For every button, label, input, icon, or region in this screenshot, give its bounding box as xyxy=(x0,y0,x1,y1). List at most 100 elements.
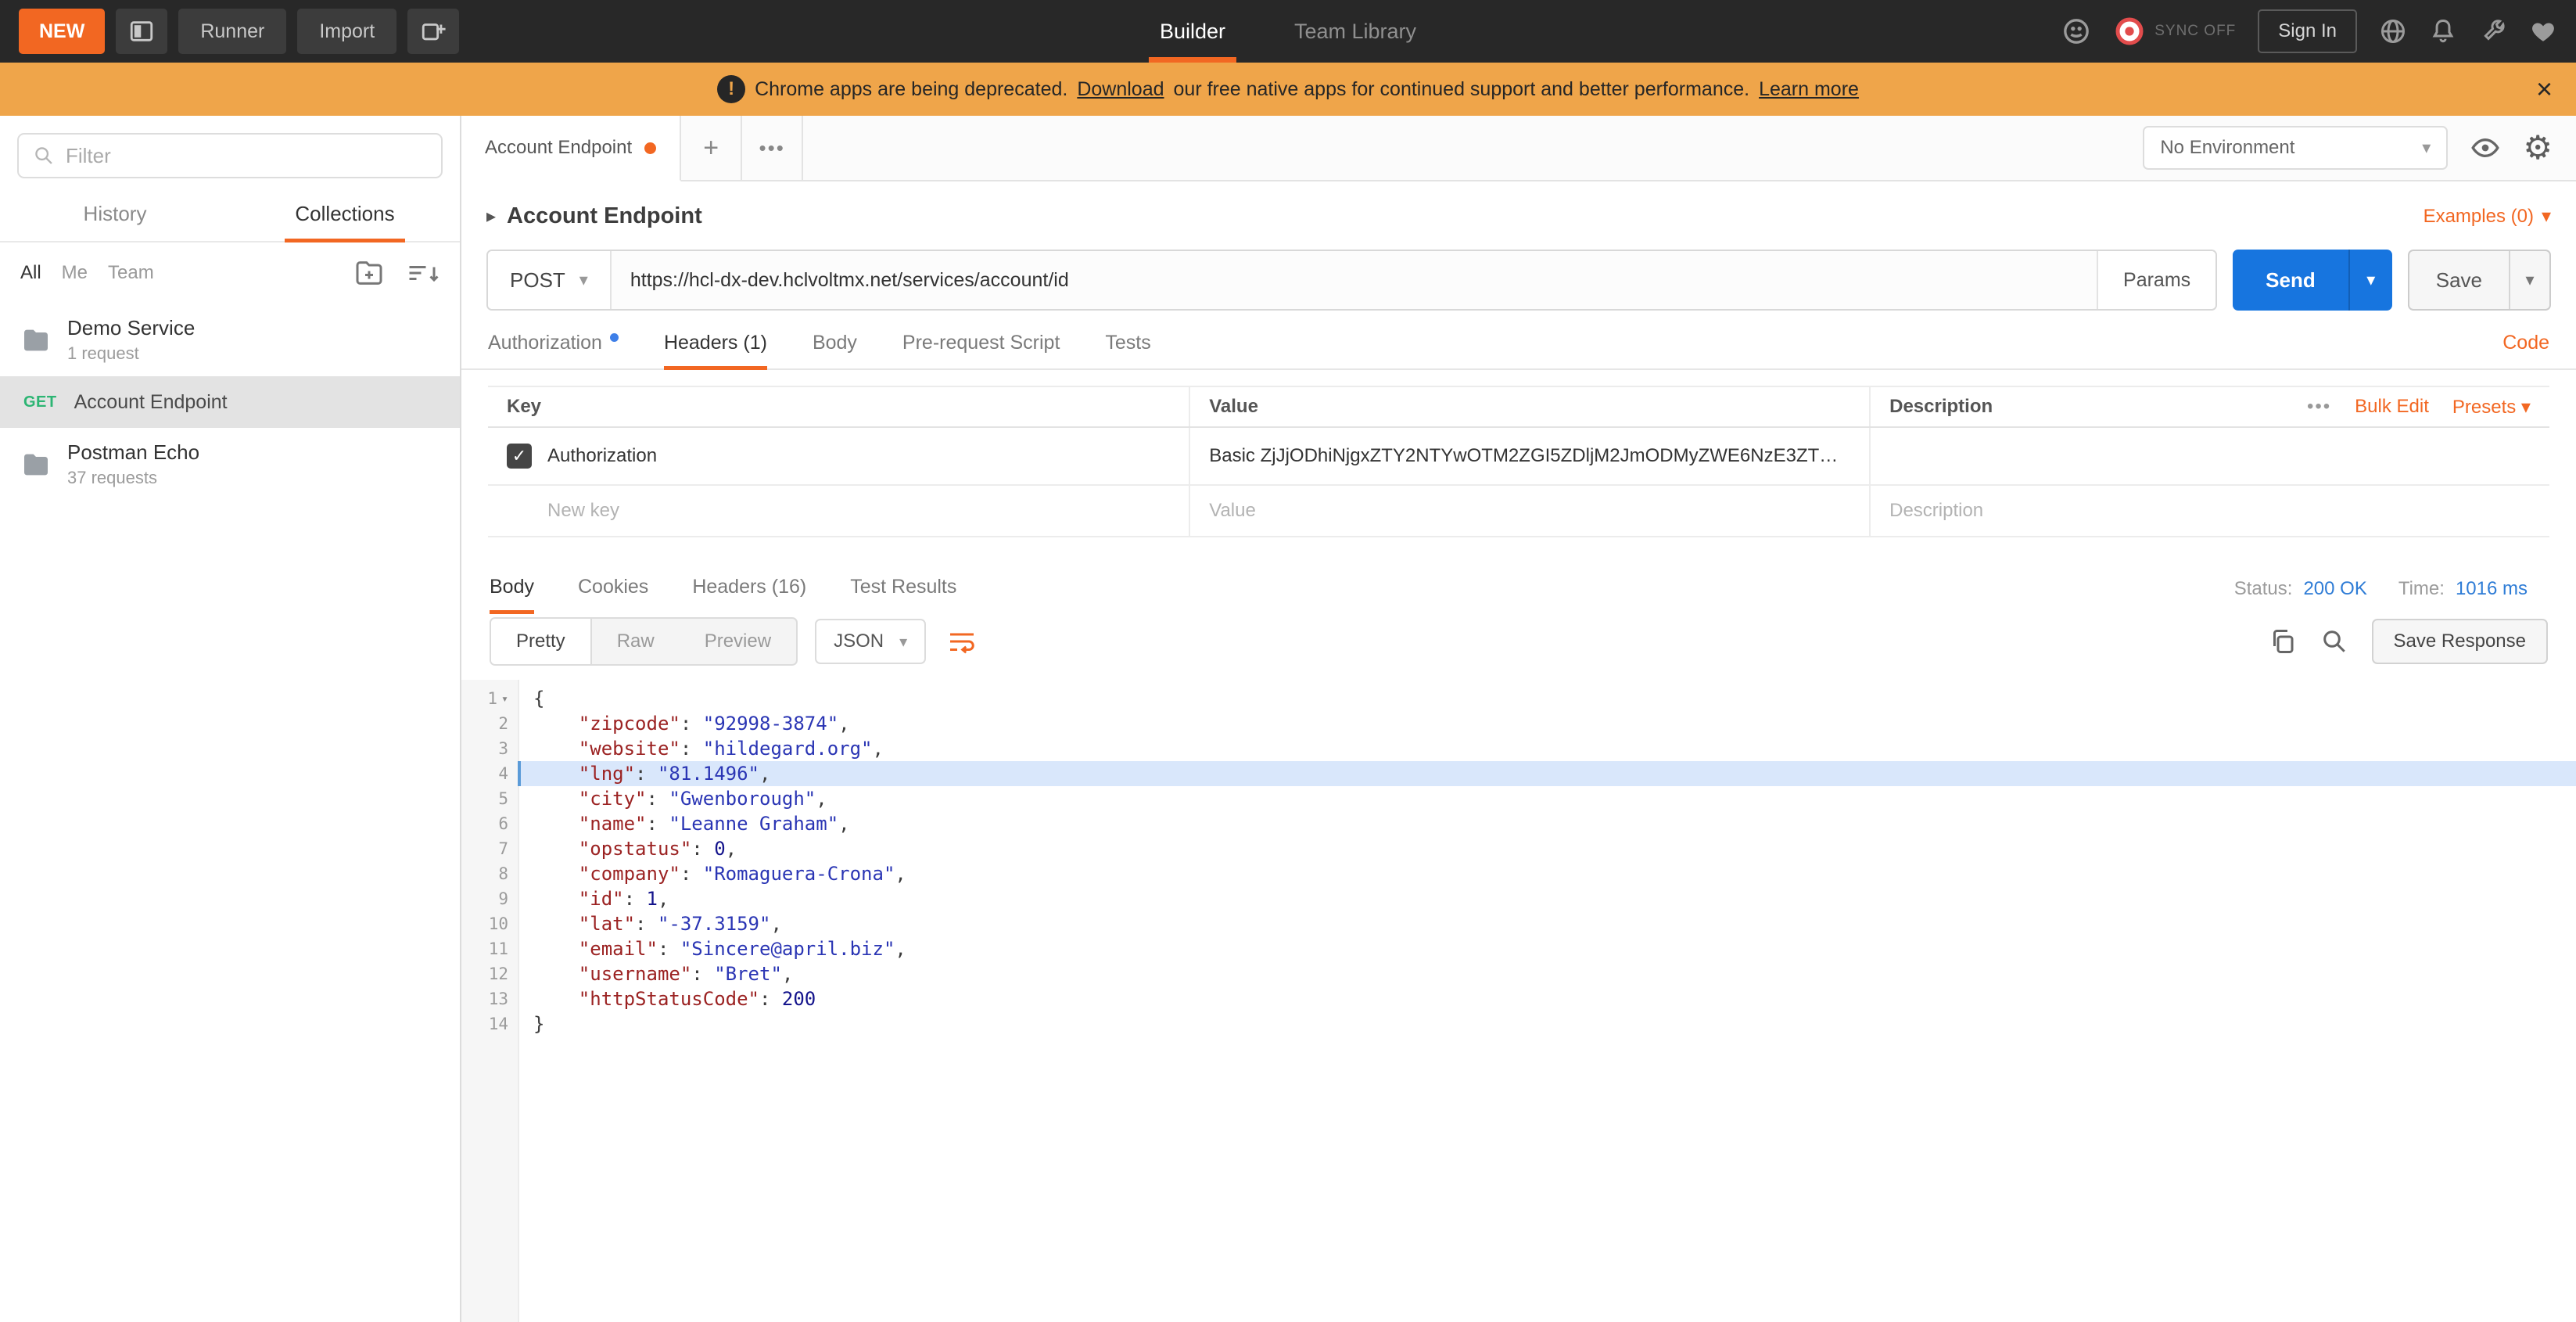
collection-demo-service[interactable]: Demo Service 1 request xyxy=(0,304,460,376)
view-raw[interactable]: Raw xyxy=(592,619,680,664)
tab-team-library[interactable]: Team Library xyxy=(1283,0,1427,63)
method-select[interactable]: POST ▾ xyxy=(488,251,612,309)
send-options-caret[interactable]: ▾ xyxy=(2348,250,2392,311)
tab-response-headers-label: Headers (16) xyxy=(692,576,806,598)
import-button[interactable]: Import xyxy=(297,9,396,54)
open-request-tab[interactable]: Account Endpoint xyxy=(461,116,681,181)
code-line-highlighted: "lng": "81.1496", xyxy=(518,761,2576,786)
settings-gear-icon[interactable]: ⚙ xyxy=(2523,131,2553,164)
tab-response-body[interactable]: Body xyxy=(490,576,534,613)
description-cell[interactable] xyxy=(1869,428,2549,484)
new-button[interactable]: NEW xyxy=(19,9,105,54)
code-line-text: "httpStatusCode": 200 xyxy=(518,986,2576,1011)
line-number: 3 xyxy=(461,736,518,761)
filter-input[interactable] xyxy=(66,144,427,168)
tab-headers[interactable]: Headers (1) xyxy=(664,332,767,368)
tab-options-button[interactable]: ••• xyxy=(742,116,803,180)
banner-close-icon[interactable]: × xyxy=(2536,75,2553,103)
key-cell: ✓ Authorization xyxy=(488,428,1189,484)
wrap-lines-icon[interactable] xyxy=(946,627,978,656)
environment-preview-eye-icon[interactable] xyxy=(2470,132,2501,163)
interceptor-icon[interactable] xyxy=(2061,16,2092,47)
view-preview[interactable]: Preview xyxy=(680,619,796,664)
runner-button[interactable]: Runner xyxy=(178,9,286,54)
tab-collections[interactable]: Collections xyxy=(230,186,460,241)
status-label: Status: xyxy=(2234,578,2293,600)
new-collection-icon[interactable] xyxy=(353,257,385,289)
header-row-checkbox[interactable]: ✓ xyxy=(507,444,532,469)
tab-response-cookies[interactable]: Cookies xyxy=(578,576,648,613)
presets-dropdown[interactable]: Presets ▾ xyxy=(2452,396,2531,419)
scope-all[interactable]: All xyxy=(20,262,41,284)
new-tab-button[interactable]: + xyxy=(681,116,742,180)
collection-postman-echo[interactable]: Postman Echo 37 requests xyxy=(0,428,460,501)
download-link[interactable]: Download xyxy=(1077,78,1164,101)
new-window-button[interactable] xyxy=(407,9,459,54)
sync-status[interactable]: SYNC OFF xyxy=(2114,16,2236,47)
line-number: 5 xyxy=(461,786,518,811)
view-pretty[interactable]: Pretty xyxy=(491,619,592,664)
line-number: 1▾ xyxy=(461,686,518,711)
tab-history-label: History xyxy=(84,202,147,226)
column-value: Value xyxy=(1189,387,1869,426)
table-more-icon[interactable]: ••• xyxy=(2307,396,2331,418)
tab-collections-label: Collections xyxy=(295,202,394,226)
header-row-authorization: ✓ Authorization Basic ZjJjODhiNjgxZTY2NT… xyxy=(488,428,2549,486)
response-body-viewer[interactable]: 1▾{2 "zipcode": "92998-3874",3 "website"… xyxy=(461,680,2576,1322)
sort-order-icon[interactable] xyxy=(405,259,439,287)
table-controls: ••• Bulk Edit Presets ▾ xyxy=(2307,396,2531,419)
notifications-bell-icon[interactable] xyxy=(2429,17,2457,45)
feedback-wrench-icon[interactable] xyxy=(2479,17,2507,45)
learn-more-link[interactable]: Learn more xyxy=(1759,78,1859,101)
tab-test-results[interactable]: Test Results xyxy=(850,576,956,613)
format-select[interactable]: JSON ▾ xyxy=(815,619,926,664)
tab-body[interactable]: Body xyxy=(813,332,857,368)
scope-me[interactable]: Me xyxy=(62,262,88,284)
request-account-endpoint[interactable]: GET Account Endpoint xyxy=(0,376,460,428)
help-globe-icon[interactable] xyxy=(2379,17,2407,45)
whats-new-heart-icon[interactable] xyxy=(2529,17,2557,45)
request-title: Account Endpoint xyxy=(507,203,702,229)
examples-dropdown[interactable]: Examples (0) ▾ xyxy=(2424,205,2551,228)
code-line-text: "lat": "-37.3159", xyxy=(518,911,2576,936)
fold-caret-icon[interactable]: ▾ xyxy=(501,686,508,711)
value-cell[interactable]: Basic ZjJjODhiNjgxZTY2NTYwOTM2ZGI5ZDljM2… xyxy=(1189,428,1869,484)
environment-controls: No Environment ▾ ⚙ xyxy=(2143,116,2576,180)
examples-label: Examples (0) xyxy=(2424,206,2534,228)
collection-meta: 1 request xyxy=(67,343,195,364)
chevron-down-icon: ▾ xyxy=(2542,205,2551,228)
bulk-edit-link[interactable]: Bulk Edit xyxy=(2355,396,2429,418)
new-window-icon xyxy=(420,18,447,45)
collapse-triangle-icon[interactable]: ▸ xyxy=(486,205,496,228)
scope-team[interactable]: Team xyxy=(108,262,154,284)
sidebar-filter xyxy=(17,133,443,178)
new-value-input[interactable] xyxy=(1209,500,1850,522)
send-button[interactable]: Send xyxy=(2233,250,2348,311)
code-line: 6 "name": "Leanne Graham", xyxy=(461,811,2576,836)
url-input[interactable] xyxy=(612,251,2097,309)
sign-in-button[interactable]: Sign In xyxy=(2258,9,2357,53)
save-response-button[interactable]: Save Response xyxy=(2372,619,2548,664)
tab-pre-request-script[interactable]: Pre-request Script xyxy=(902,332,1060,368)
tab-builder-label: Builder xyxy=(1160,20,1225,44)
top-header: NEW Runner Import Builder Team Library xyxy=(0,0,2576,63)
search-response-icon[interactable] xyxy=(2320,627,2348,656)
copy-icon[interactable] xyxy=(2269,627,2297,656)
tab-tests[interactable]: Tests xyxy=(1105,332,1150,368)
tab-builder[interactable]: Builder xyxy=(1149,0,1236,63)
code-link[interactable]: Code xyxy=(2502,332,2549,368)
new-description-input[interactable] xyxy=(1889,500,2531,522)
tab-response-headers[interactable]: Headers (16) xyxy=(692,576,806,613)
tab-history[interactable]: History xyxy=(0,186,230,241)
save-options-caret[interactable]: ▾ xyxy=(2509,251,2549,309)
code-line: 4 "lng": "81.1496", xyxy=(461,761,2576,786)
sidebar-toggle-button[interactable] xyxy=(116,9,167,54)
response-code-lines: 1▾{2 "zipcode": "92998-3874",3 "website"… xyxy=(461,680,2576,1036)
environment-select[interactable]: No Environment ▾ xyxy=(2143,126,2448,170)
params-button[interactable]: Params xyxy=(2097,251,2215,309)
code-line-text: "zipcode": "92998-3874", xyxy=(518,711,2576,736)
new-key-input[interactable] xyxy=(547,500,1170,522)
response-toolbar: Pretty Raw Preview JSON ▾ xyxy=(461,613,2576,680)
tab-authorization[interactable]: Authorization xyxy=(488,332,619,368)
save-button[interactable]: Save xyxy=(2409,251,2509,309)
